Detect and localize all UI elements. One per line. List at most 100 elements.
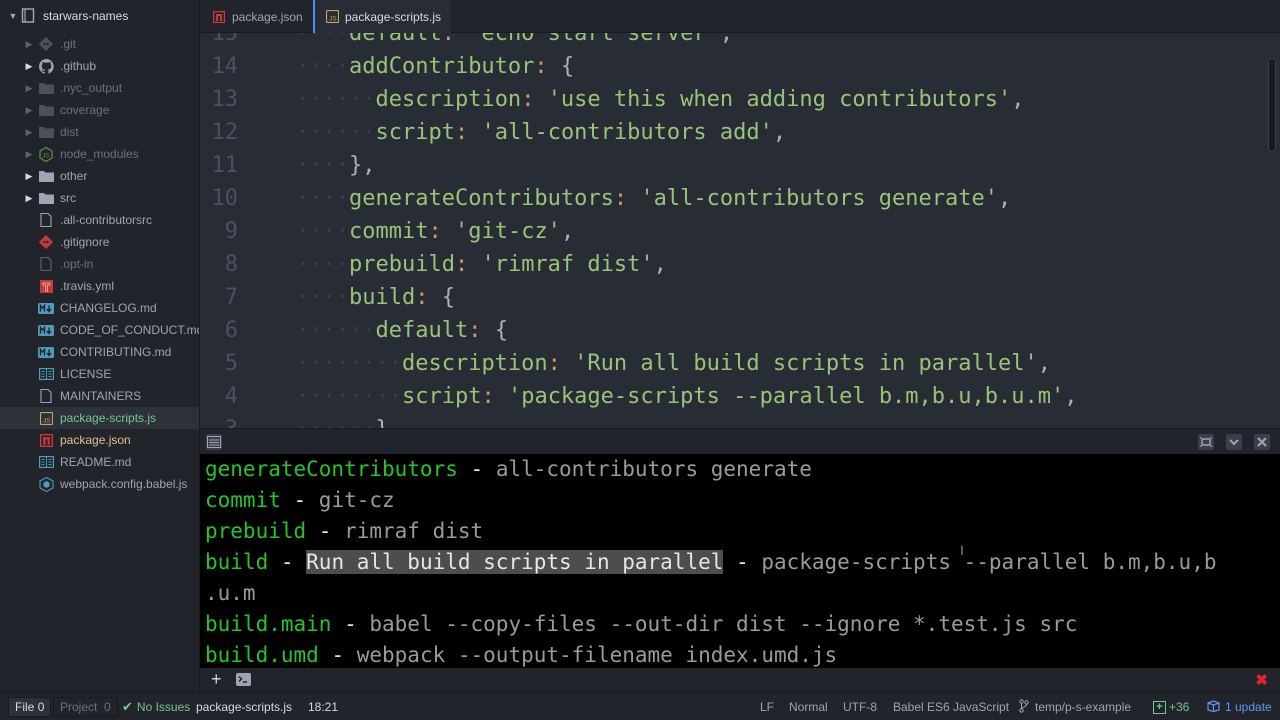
terminal-line: generateContributors - all-contributors … — [205, 454, 812, 485]
editor-scrollbar[interactable] — [1268, 58, 1276, 152]
encoding[interactable]: UTF-8 — [843, 693, 877, 720]
git-diff[interactable]: + +36 — [1153, 693, 1189, 720]
package-updates[interactable]: 1 update — [1207, 693, 1272, 720]
file-path[interactable]: package-scripts.js — [196, 693, 292, 720]
terminal-panel-icon[interactable] — [206, 434, 222, 450]
chevron-right-icon[interactable]: ▶ — [24, 61, 34, 71]
grammar[interactable]: Babel ES6 JavaScript — [893, 693, 1009, 720]
code-line: 14 ····addContributor: { — [200, 50, 1280, 83]
svg-text:JS: JS — [43, 417, 51, 424]
folder-icon — [38, 168, 54, 184]
string-value: 'rimraf dist' — [481, 252, 654, 277]
chevron-right-icon[interactable]: ▶ — [24, 127, 34, 137]
tree-item-label: node_modules — [60, 147, 139, 161]
tree-folder-nyc-output[interactable]: ▶ .nyc_output — [0, 77, 199, 99]
chevron-right-icon[interactable]: ▶ — [24, 105, 34, 115]
comma: , — [1011, 87, 1025, 112]
indent-guide: ···· — [296, 33, 349, 46]
branch-name: temp/p-s-example — [1035, 700, 1132, 714]
tree-file-readme-md[interactable]: README.md — [0, 451, 199, 473]
tree-folder-dist[interactable]: ▶ dist — [0, 121, 199, 143]
object-key: description — [375, 87, 522, 112]
chevron-right-icon[interactable]: ▶ — [24, 149, 34, 159]
package-icon — [1207, 699, 1220, 715]
tree-file-code-of-conduct-md[interactable]: CODE_OF_CONDUCT.md — [0, 319, 199, 341]
cursor-position[interactable]: 18:21 — [308, 693, 338, 720]
tree-file-webpack-config-babel-js[interactable]: webpack.config.babel.js — [0, 473, 199, 495]
tree-file-changelog-md[interactable]: CHANGELOG.md — [0, 297, 199, 319]
tree-file-all-contributorsrc[interactable]: .all-contributorsrc — [0, 209, 199, 231]
indent-guide: ···· — [296, 219, 349, 244]
tree-file-travis-yml[interactable]: .travis.yml — [0, 275, 199, 297]
tree-folder-coverage[interactable]: ▶ coverage — [0, 99, 199, 121]
selected-text[interactable]: Run all build scripts in parallel — [306, 550, 724, 574]
tree-file-gitignore[interactable]: .gitignore — [0, 231, 199, 253]
brace: }, — [375, 417, 402, 428]
tree-file-license[interactable]: LICENSE — [0, 363, 199, 385]
object-key: prebuild — [348, 252, 455, 277]
indent-guide: ········ — [296, 384, 402, 409]
terminal-line: prebuild - rimraf dist — [205, 516, 483, 547]
script-name: build — [205, 550, 269, 574]
object-key: default — [348, 33, 442, 46]
tree-item-label: .github — [60, 59, 97, 73]
chevron-right-icon[interactable]: ▶ — [24, 83, 34, 93]
tree-file-maintainers[interactable]: MAINTAINERS — [0, 385, 199, 407]
linter-file-tab[interactable]: File 0 — [8, 697, 52, 717]
indent-guide: ······ — [296, 87, 376, 112]
tree-folder-src[interactable]: ▶ src — [0, 187, 199, 209]
book-icon — [38, 366, 54, 382]
chevron-right-icon[interactable]: ▶ — [24, 171, 34, 181]
line-number: 3 — [200, 413, 238, 428]
terminal-tab-icon[interactable] — [236, 673, 251, 686]
git-branch[interactable]: temp/p-s-example — [1019, 693, 1131, 720]
terminal[interactable]: generateContributors - all-contributors … — [200, 454, 1280, 668]
atom-editor-window: ▼ starwars-names ▶ .git ▶ .github ▶ .nyc_outp… — [0, 0, 1280, 720]
terminal-line: build.main - babel --copy-files --out-di… — [205, 609, 1077, 640]
maximize-icon[interactable] — [1198, 434, 1214, 450]
tree-item-label: README.md — [60, 455, 132, 469]
file-icon — [38, 212, 54, 228]
close-icon[interactable] — [1254, 434, 1270, 450]
tree-folder-git[interactable]: ▶ .git — [0, 33, 199, 55]
tab-package-json[interactable]: package.json — [200, 0, 312, 33]
tree-folder-node-modules[interactable]: ▶ JS node_modules — [0, 143, 199, 165]
chevron-right-icon[interactable]: ▶ — [24, 193, 34, 203]
tree-folder-other[interactable]: ▶ other — [0, 165, 199, 187]
indent-guide: ······ — [296, 120, 376, 145]
tree-file-package-json[interactable]: package.json — [0, 429, 199, 451]
string-value: 'echo start server' — [468, 33, 720, 46]
tab-label: package.json — [232, 9, 303, 24]
code-text: ····}, — [296, 149, 375, 182]
repo-icon — [20, 8, 36, 24]
markdown-icon — [38, 344, 54, 360]
chevron-right-icon[interactable]: ▶ — [24, 39, 34, 49]
tree-file-package-scripts-js[interactable]: JS package-scripts.js — [0, 407, 199, 429]
tree-file-opt-in[interactable]: .opt-in — [0, 253, 199, 275]
code-text: ······}, — [296, 413, 402, 428]
line-number: 7 — [224, 285, 238, 310]
new-terminal-plus-icon[interactable]: + — [211, 670, 222, 688]
code-line: 5 ········description: 'Run all build scr… — [200, 347, 1280, 380]
collapse-chevron-icon[interactable] — [1226, 434, 1242, 450]
linter-status[interactable]: ✔ No Issues — [122, 693, 190, 720]
string-value: 'package-scripts --parallel b.m,b.u,b.u.… — [507, 384, 1065, 409]
tree-folder-github[interactable]: ▶ .github — [0, 55, 199, 77]
vim-mode[interactable]: Normal — [789, 693, 828, 720]
linter-project-tab[interactable]: Project 0 — [53, 697, 118, 717]
object-key: default — [375, 318, 469, 343]
object-key: build — [348, 285, 416, 310]
tab-package-scripts-js[interactable]: JS package-scripts.js — [313, 0, 451, 33]
line-ending[interactable]: LF — [760, 693, 774, 720]
chevron-down-icon[interactable]: ▼ — [8, 11, 18, 21]
error-x-icon[interactable]: ✖ — [1255, 671, 1268, 689]
code-line: 6 ······default: { — [200, 314, 1280, 347]
tree-file-contributing-md[interactable]: CONTRIBUTING.md — [0, 341, 199, 363]
code-editor[interactable]: 15 ····default: 'echo start server', 14 ···… — [200, 33, 1280, 428]
project-root[interactable]: ▼ starwars-names — [0, 5, 199, 27]
line-number: 5 — [224, 351, 238, 376]
indent-guide: ········ — [296, 351, 402, 376]
indent-guide: ···· — [296, 186, 349, 211]
js-icon: JS — [325, 10, 339, 24]
terminal-line: build.umd - webpack --output-filename in… — [205, 640, 837, 668]
